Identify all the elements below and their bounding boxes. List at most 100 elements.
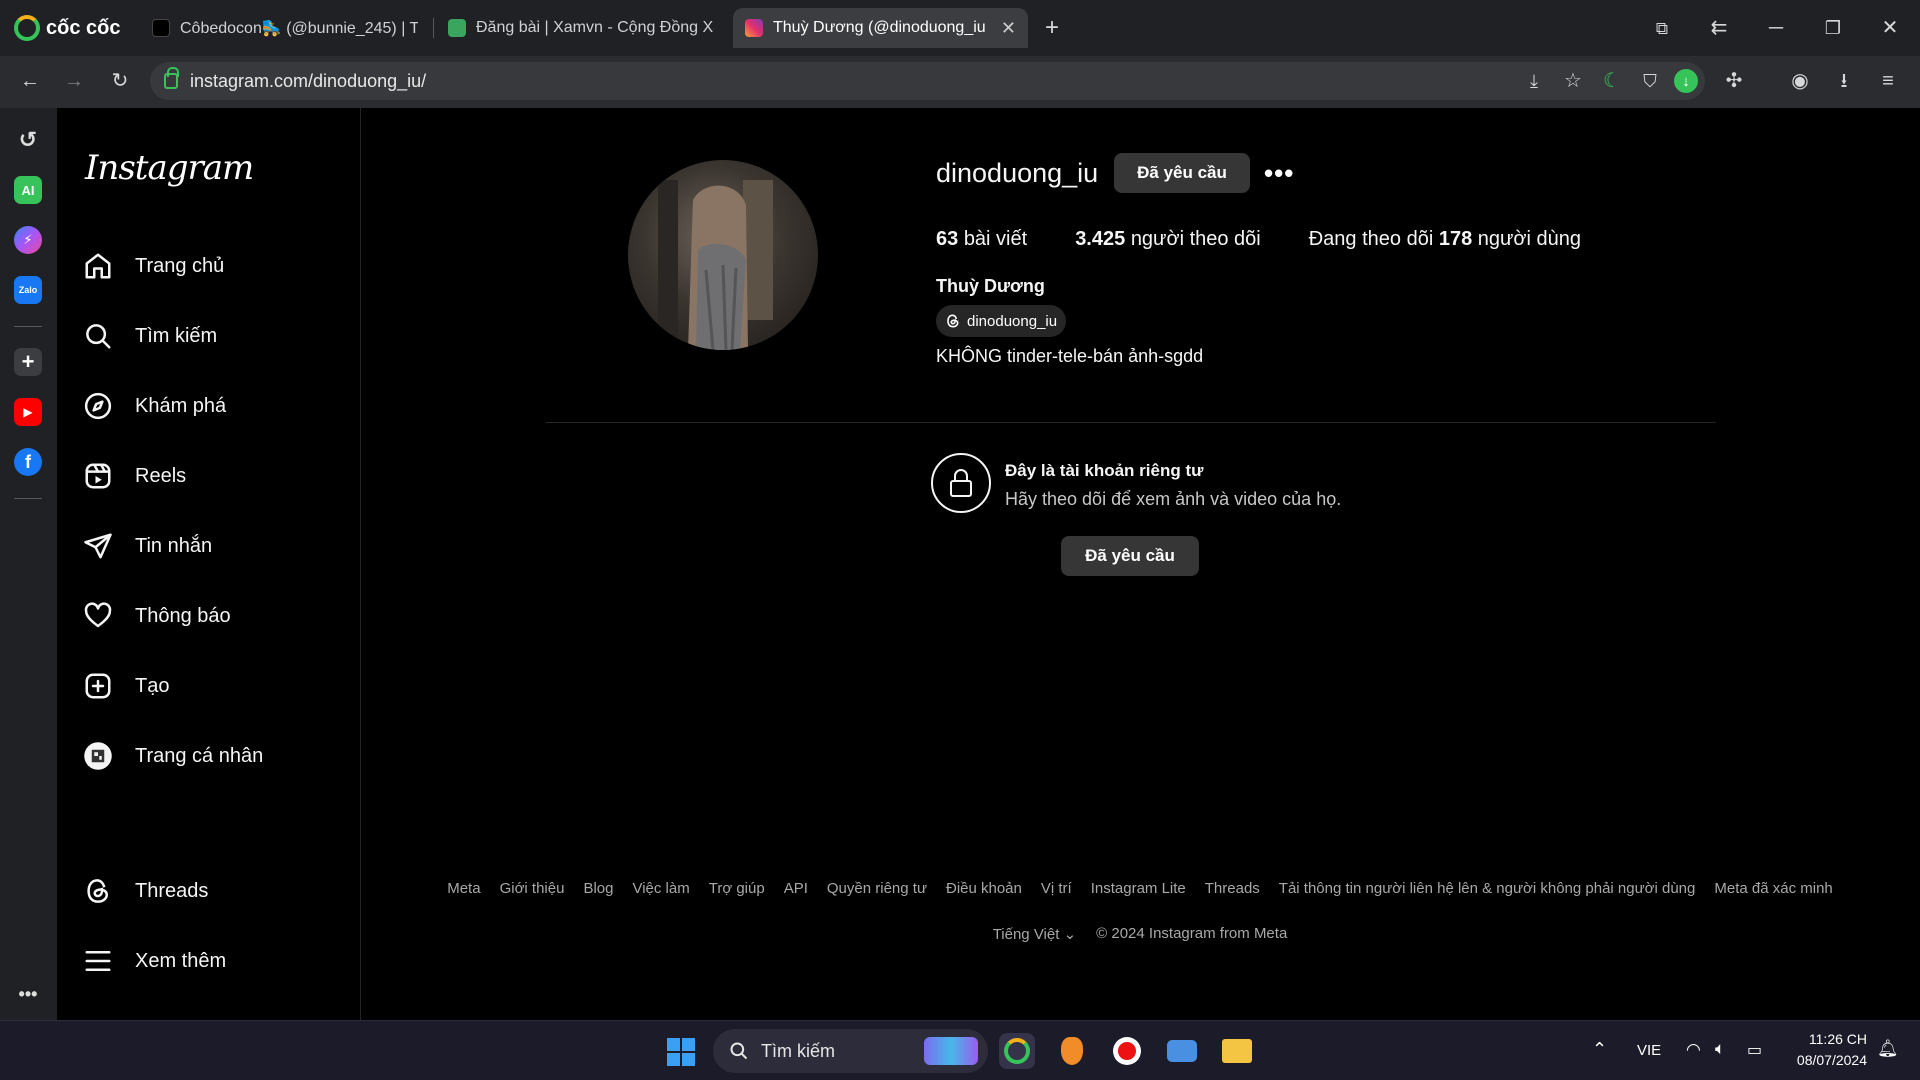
lock-icon xyxy=(931,453,991,513)
nav-label: Xem thêm xyxy=(135,949,227,972)
menu-icon[interactable]: ≡ xyxy=(1876,69,1900,93)
search-highlight-icon xyxy=(924,1037,978,1065)
nav-reels[interactable]: Reels xyxy=(83,452,186,500)
threads-badge[interactable]: dinoduong_iu xyxy=(936,305,1067,337)
taskbar-search-placeholder: Tìm kiếm xyxy=(761,1040,835,1061)
nav-profile[interactable]: Trang cá nhân xyxy=(83,732,263,780)
footer-link[interactable]: Meta đã xác minh xyxy=(1714,880,1832,897)
youtube-icon[interactable]: ▶ xyxy=(14,398,42,426)
footer-link[interactable]: API xyxy=(784,880,808,897)
clock-date[interactable]: 08/07/2024 xyxy=(1787,1052,1867,1068)
nav-label: Trang chủ xyxy=(135,254,225,277)
close-tab-icon[interactable]: ✕ xyxy=(1001,18,1016,39)
shield-icon[interactable]: ⛉ xyxy=(1638,69,1662,93)
footer-link[interactable]: Instagram Lite xyxy=(1091,880,1186,897)
volume-icon[interactable]: 🔈︎ xyxy=(1715,1039,1725,1059)
nav-label: Threads xyxy=(135,879,209,902)
input-language[interactable]: VIE xyxy=(1637,1042,1661,1059)
tiktok-icon xyxy=(152,19,170,37)
tab-back-icon[interactable]: ⇇ xyxy=(1707,16,1731,40)
file-explorer-icon[interactable] xyxy=(1219,1033,1255,1069)
footer-link[interactable]: Blog xyxy=(583,880,613,897)
profile-full-name: Thuỳ Dương xyxy=(936,276,1045,296)
footer-link[interactable]: Threads xyxy=(1205,880,1260,897)
nav-more[interactable]: Xem thêm xyxy=(83,937,226,985)
footer-link[interactable]: Tải thông tin người liên hệ lên & người … xyxy=(1279,880,1696,897)
battery-icon[interactable]: ▭ xyxy=(1747,1040,1762,1060)
more-options-icon[interactable]: ••• xyxy=(1264,158,1294,189)
nav-notifications[interactable]: Thông báo xyxy=(83,592,231,640)
tab-title: Đăng bài | Xamvn - Cộng Đồng Xa xyxy=(476,19,714,36)
close-window-icon[interactable]: ✕ xyxy=(1878,16,1902,40)
footer-link[interactable]: Điều khoản xyxy=(946,880,1022,897)
tab-separator xyxy=(433,18,434,38)
download-helper-icon[interactable]: ↓ xyxy=(1674,69,1698,93)
checkmark-icon xyxy=(448,19,466,37)
ai-icon[interactable]: AI xyxy=(14,176,42,204)
back-icon[interactable]: ← xyxy=(18,69,42,93)
search-icon xyxy=(730,1042,748,1060)
coccoc-taskbar-icon[interactable] xyxy=(999,1033,1035,1069)
chevron-up-icon[interactable]: ⌃ xyxy=(1592,1039,1607,1060)
posts-label: bài viết xyxy=(963,228,1028,250)
language-select[interactable]: Tiếng Việt ⌄ xyxy=(993,925,1076,943)
requested-button-secondary[interactable]: Đã yêu cầu xyxy=(1061,536,1199,576)
screen-cast-icon[interactable]: ⧉ xyxy=(1650,16,1674,40)
dark-mode-icon[interactable]: ☾ xyxy=(1600,69,1624,93)
camera-icon[interactable] xyxy=(1164,1033,1200,1069)
add-app-icon[interactable]: + xyxy=(14,348,42,376)
nav-search[interactable]: Tìm kiếm xyxy=(83,312,217,360)
profile-icon[interactable]: ◉ xyxy=(1788,69,1812,93)
nav-explore[interactable]: Khám phá xyxy=(83,382,226,430)
requested-button[interactable]: Đã yêu cầu xyxy=(1114,153,1250,193)
more-options-icon[interactable]: ••• xyxy=(14,980,42,1008)
nav-home[interactable]: Trang chủ xyxy=(83,242,224,290)
downloads-icon[interactable]: ⭳ xyxy=(1832,69,1856,93)
forward-icon[interactable]: → xyxy=(62,69,86,93)
following-prefix: Đang theo dõi xyxy=(1308,228,1434,250)
fl-studio-icon[interactable] xyxy=(1054,1033,1090,1069)
address-bar[interactable]: instagram.com/dinoduong_iu/ xyxy=(150,62,1705,100)
followers-stat[interactable]: 3.425 người theo dõi xyxy=(1075,228,1261,251)
clock-time[interactable]: 11:26 CH xyxy=(1787,1031,1867,1047)
nav-label: Trang cá nhân xyxy=(135,744,264,767)
footer-link[interactable]: Meta xyxy=(447,880,480,897)
footer-link[interactable]: Quyền riêng tư xyxy=(827,880,927,897)
tab-title: Côbedocon🛼 (@bunnie_245) | Ti xyxy=(180,20,418,37)
install-icon[interactable]: ⤓ xyxy=(1522,69,1546,93)
minimize-icon[interactable]: ─ xyxy=(1764,16,1788,40)
footer-links: Meta Giới thiệu Blog Việc làm Trợ giúp A… xyxy=(362,880,1918,897)
tab-tiktok[interactable]: Côbedocon🛼 (@bunnie_245) | Ti xyxy=(140,8,430,48)
followers-label: người theo dõi xyxy=(1130,228,1261,250)
record-icon[interactable] xyxy=(1109,1033,1145,1069)
history-icon[interactable]: ↺ xyxy=(14,126,42,154)
nav-messages[interactable]: Tin nhắn xyxy=(83,522,212,570)
send-icon xyxy=(84,533,112,559)
windows-start-icon[interactable] xyxy=(667,1038,695,1066)
wifi-icon[interactable]: ◠ xyxy=(1686,1040,1701,1060)
footer-link[interactable]: Giới thiệu xyxy=(500,880,565,897)
facebook-icon[interactable]: f xyxy=(14,448,42,476)
taskbar-search[interactable]: Tìm kiếm xyxy=(713,1029,988,1073)
tab-xamvn[interactable]: Đăng bài | Xamvn - Cộng Đồng Xa xyxy=(436,8,726,48)
new-tab-icon[interactable]: + xyxy=(1040,16,1064,40)
extensions-icon[interactable]: ✣ xyxy=(1722,69,1746,93)
profile-main: dinoduong_iu Đã yêu cầu ••• 63 bài viết … xyxy=(362,108,1918,1020)
footer-link[interactable]: Vị trí xyxy=(1041,880,1072,897)
coccoc-logo[interactable]: cốc cốc xyxy=(14,14,120,42)
footer-link[interactable]: Việc làm xyxy=(632,880,689,897)
bookmark-star-icon[interactable]: ☆ xyxy=(1561,69,1585,93)
url-text[interactable]: instagram.com/dinoduong_iu/ xyxy=(190,71,426,92)
tab-instagram[interactable]: Thuỳ Dương (@dinoduong_iu ✕ xyxy=(733,8,1028,48)
notification-bell-icon[interactable]: 🔔︎ xyxy=(1877,1039,1899,1059)
messenger-icon[interactable]: ⚡ xyxy=(14,226,42,254)
nav-threads[interactable]: Threads xyxy=(83,867,208,915)
zalo-icon[interactable]: Zalo xyxy=(14,276,42,304)
instagram-logo[interactable]: Instagram xyxy=(85,148,254,188)
reload-icon[interactable]: ↻ xyxy=(108,69,132,93)
profile-avatar[interactable] xyxy=(628,160,818,350)
following-stat[interactable]: Đang theo dõi 178 người dùng xyxy=(1309,228,1581,251)
nav-create[interactable]: Tạo xyxy=(83,662,169,710)
restore-icon[interactable]: ❐ xyxy=(1821,16,1845,40)
footer-link[interactable]: Trợ giúp xyxy=(709,880,765,897)
